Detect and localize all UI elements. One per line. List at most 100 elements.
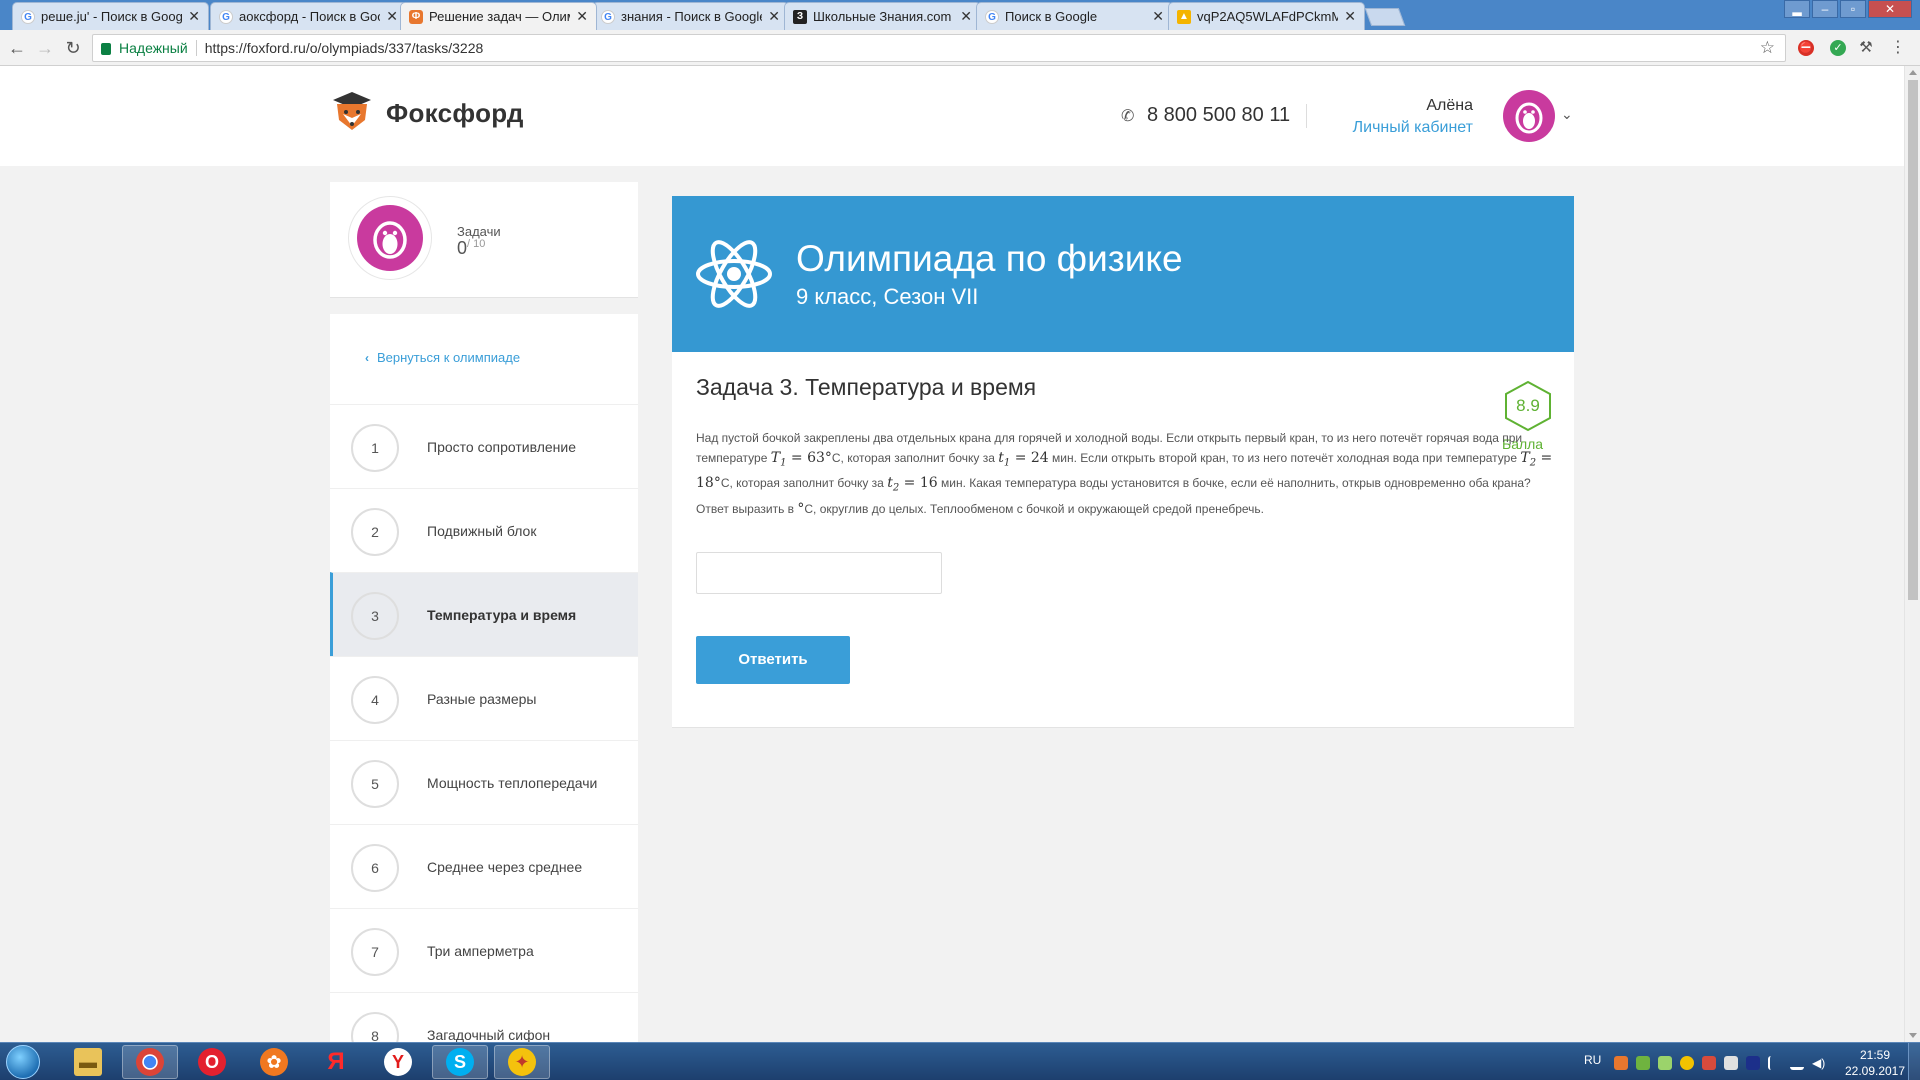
flag-icon[interactable]	[1768, 1056, 1782, 1070]
new-tab-button[interactable]	[1364, 8, 1406, 26]
url-text[interactable]: https://foxford.ru/o/olympiads/337/tasks…	[205, 40, 484, 56]
close-icon[interactable]: ✕	[768, 8, 780, 25]
close-icon[interactable]: ✕	[576, 8, 588, 25]
task-title: Просто сопротивление	[427, 439, 576, 455]
scroll-up-arrow-icon[interactable]	[1909, 70, 1917, 75]
task-item[interactable]: 6 Среднее через среднее	[330, 824, 638, 908]
browser-tab[interactable]: ▲ vqP2AQ5WLAFdPCkmM ✕	[1168, 2, 1365, 30]
close-icon[interactable]: ✕	[1344, 8, 1356, 25]
tray-app-icon[interactable]	[1614, 1056, 1628, 1070]
browser-tab[interactable]: З Школьные Знания.com ✕	[784, 2, 981, 30]
minimize-button[interactable]: –	[1812, 0, 1838, 18]
browser-tab-active[interactable]: Ф Решение задач — Олимпиада ✕	[400, 2, 597, 30]
show-desktop-button[interactable]	[1908, 1043, 1920, 1080]
tray-app-icon[interactable]	[1724, 1056, 1738, 1070]
forward-arrow-icon[interactable]: →	[34, 38, 56, 58]
tab-title: Решение задач — Олимпиада	[429, 9, 570, 24]
taskbar-app[interactable]: S	[432, 1045, 488, 1079]
bookmark-star-icon[interactable]: ☆	[1760, 38, 1775, 58]
google-icon: G	[219, 9, 233, 24]
logo-text[interactable]: Фоксфорд	[386, 98, 524, 129]
page-scrollbar[interactable]	[1904, 66, 1920, 1042]
keyboard-layout-icon[interactable]	[1746, 1056, 1760, 1070]
windows-start-icon[interactable]	[6, 1045, 40, 1079]
volume-icon[interactable]: ◀)	[1812, 1056, 1826, 1070]
task-item[interactable]: 2 Подвижный блок	[330, 488, 638, 572]
znanija-icon: З	[793, 9, 807, 24]
problem-title: Задача 3. Температура и время	[696, 374, 1037, 400]
task-item[interactable]: 8 Загадочный сифон	[330, 992, 638, 1042]
browser-tab[interactable]: G реше.ju' - Поиск в Google ✕	[12, 2, 209, 30]
task-item[interactable]: 7 Три амперметра	[330, 908, 638, 992]
language-indicator[interactable]: RU	[1584, 1053, 1601, 1067]
taskbar-app[interactable]: O	[184, 1045, 240, 1079]
taskbar-app[interactable]: ✿	[246, 1045, 302, 1079]
taskbar-app[interactable]	[122, 1045, 178, 1079]
task-title: Подвижный блок	[427, 523, 537, 539]
task-title: Загадочный сифон	[427, 1027, 551, 1042]
task-title: Разные размеры	[427, 691, 537, 707]
task-item[interactable]: 4 Разные размеры	[330, 656, 638, 740]
tray-app-icon[interactable]	[1658, 1056, 1672, 1070]
google-icon: G	[601, 9, 615, 24]
task-item-active[interactable]: 3 Температура и время	[330, 572, 638, 656]
tray-app-icon[interactable]	[1702, 1056, 1716, 1070]
browser-tab[interactable]: G знания - Поиск в Google ✕	[592, 2, 789, 30]
olympiad-banner: Олимпиада по физике 9 класс, Сезон VII	[672, 196, 1574, 352]
maximize-button[interactable]: ▫	[1840, 0, 1866, 18]
reload-icon[interactable]: ↻	[62, 38, 84, 58]
task-number: 5	[351, 760, 399, 808]
extension-icon[interactable]: ⚒	[1858, 40, 1874, 56]
browser-tab[interactable]: G аоксфорд - Поиск в Google ✕	[210, 2, 407, 30]
taskbar-app[interactable]: Y	[370, 1045, 426, 1079]
chevron-down-icon[interactable]: ⌄	[1561, 106, 1573, 123]
text-part: мин. Если открыть второй кран, то из нег…	[1048, 451, 1521, 465]
adblock-extension-icon[interactable]: ⛔	[1798, 40, 1814, 56]
answer-input[interactable]	[696, 552, 942, 594]
task-nav-panel: ‹ Вернуться к олимпиаде 1 Просто сопротив…	[330, 314, 638, 1042]
text-part: C, которая заполнит бочку за	[720, 476, 888, 491]
text-part: C, которая заполнит бочку за	[831, 451, 999, 465]
close-icon[interactable]: ✕	[386, 8, 398, 25]
tray-app-icon[interactable]	[1636, 1056, 1650, 1070]
task-number: 3	[351, 592, 399, 640]
tasks-total: / 10	[467, 238, 486, 250]
olympiad-subtitle: 9 класс, Сезон VII	[796, 284, 979, 309]
submit-answer-button[interactable]: Ответить	[696, 636, 850, 684]
star-app-icon: ✦	[508, 1048, 536, 1076]
close-icon[interactable]: ✕	[1152, 8, 1164, 25]
task-item[interactable]: 1 Просто сопротивление	[330, 404, 638, 488]
network-icon[interactable]	[1790, 1056, 1804, 1070]
clock-date[interactable]: 22.09.2017	[1840, 1064, 1910, 1078]
avatar[interactable]	[1503, 90, 1555, 142]
back-arrow-icon[interactable]: ←	[6, 38, 28, 58]
menu-icon[interactable]: ⋮	[1890, 40, 1906, 56]
taskbar-app[interactable]: ▬	[60, 1045, 116, 1079]
tray-app-icon[interactable]	[1680, 1056, 1694, 1070]
fox-logo-icon[interactable]	[331, 90, 373, 132]
user-icon[interactable]: ▂	[1784, 0, 1810, 18]
scroll-thumb[interactable]	[1908, 80, 1918, 600]
scroll-down-arrow-icon[interactable]	[1909, 1033, 1917, 1038]
tab-title: реше.ju' - Поиск в Google	[41, 9, 183, 24]
taskbar-app[interactable]: Я	[308, 1045, 364, 1079]
task-item[interactable]: 5 Мощность теплопередачи	[330, 740, 638, 824]
clock-time[interactable]: 21:59	[1850, 1048, 1900, 1062]
address-bar[interactable]: Надежный https://foxford.ru/o/olympiads/…	[92, 34, 1786, 62]
close-icon[interactable]: ✕	[960, 8, 972, 25]
score-badge-icon: 8.9	[1505, 380, 1551, 432]
phone-number[interactable]: 8 800 500 80 11	[1147, 104, 1290, 127]
checkmark-extension-icon[interactable]: ✓	[1830, 40, 1846, 56]
task-number: 4	[351, 676, 399, 724]
window-close-button[interactable]: ✕	[1868, 0, 1912, 18]
math-eq: = 63°	[786, 450, 832, 466]
cabinet-link[interactable]: Личный кабинет	[1350, 119, 1473, 137]
close-icon[interactable]: ✕	[188, 8, 200, 25]
taskbar-app[interactable]: ✦	[494, 1045, 550, 1079]
back-to-olympiad-link[interactable]: ‹ Вернуться к олимпиаде	[365, 350, 520, 365]
opera-icon: O	[198, 1048, 226, 1076]
task-number: 8	[351, 1012, 399, 1042]
divider	[195, 40, 197, 56]
browser-tab[interactable]: G Поиск в Google ✕	[976, 2, 1173, 30]
avatar[interactable]	[357, 205, 423, 271]
